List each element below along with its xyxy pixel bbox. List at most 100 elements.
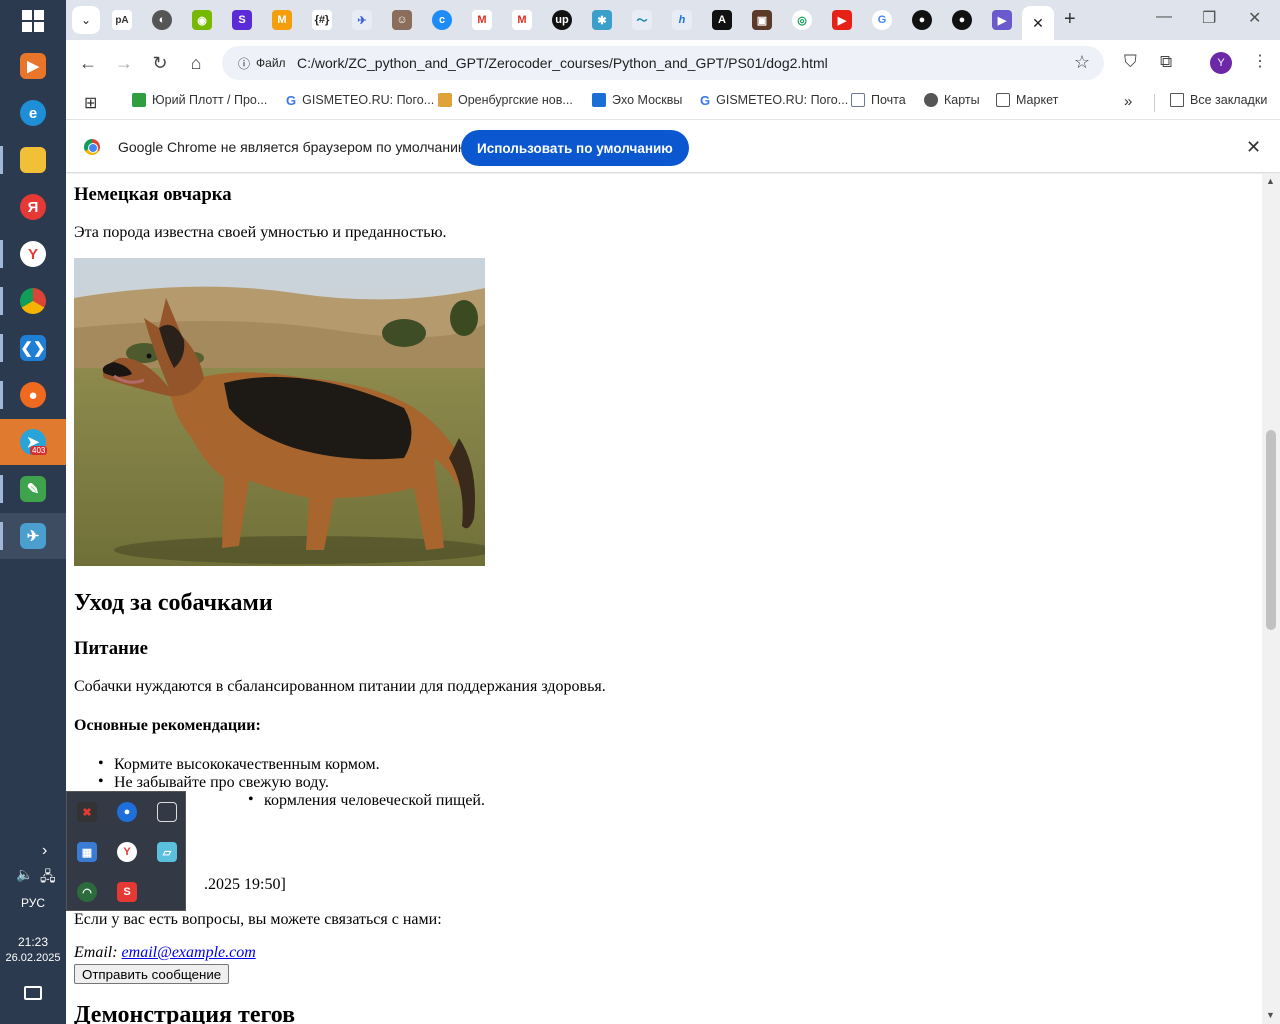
tray-app-note-icon[interactable]: ▱ — [157, 842, 177, 862]
tab-gmail-2-favicon[interactable]: M — [512, 10, 532, 30]
firefox-app-icon[interactable]: ● — [0, 372, 66, 418]
tray-usb-icon[interactable] — [157, 802, 177, 822]
more-bookmarks-chevron-icon[interactable]: » — [1124, 93, 1132, 110]
email-link[interactable]: email@example.com — [122, 944, 256, 961]
heading-recommendations: Основные рекомендации: — [74, 717, 261, 734]
heading-tags-demo: Демонстрация тегов — [74, 1002, 296, 1024]
bookmark-item[interactable]: Почта — [851, 93, 906, 107]
bookmark-item[interactable]: Эхо Москвы — [592, 93, 682, 107]
bookmark-label: Юрий Плотт / Про... — [152, 93, 268, 107]
bookmark-item[interactable]: Юрий Плотт / Про... — [132, 93, 267, 107]
tab-h-favicon[interactable]: h — [672, 10, 692, 30]
tab-google-favicon[interactable]: G — [872, 10, 892, 30]
tab-globe-favicon[interactable]: ◐ — [152, 10, 172, 30]
bookmark-item[interactable]: Карты — [924, 93, 980, 107]
mail-icon — [851, 93, 865, 107]
list-item: Кормите высококачественным кормом. — [98, 755, 380, 774]
tab-circle-favicon[interactable]: ◎ — [792, 10, 812, 30]
scroll-up-arrow-icon[interactable]: ▲ — [1266, 176, 1275, 186]
tab-chart-favicon[interactable]: A — [712, 10, 732, 30]
edge-app-icon[interactable]: e — [0, 90, 66, 136]
site-info-button[interactable]: ⓘ Файл — [230, 51, 294, 75]
new-tab-button[interactable]: + — [1064, 8, 1076, 31]
page-scrollbar[interactable]: ▲ ▼ — [1262, 174, 1280, 1024]
scroll-down-arrow-icon[interactable]: ▼ — [1266, 1010, 1275, 1020]
notification-center-icon[interactable] — [24, 986, 42, 1000]
tab-github-2-favicon[interactable]: ● — [952, 10, 972, 30]
minimize-window-icon[interactable]: — — [1156, 8, 1172, 26]
tab-github-favicon[interactable]: ● — [912, 10, 932, 30]
bookmark-item[interactable]: Маркет — [996, 93, 1058, 107]
date-fragment: .2025 19:50] — [204, 876, 286, 893]
bookmark-star-icon[interactable]: ☆ — [1074, 52, 1090, 73]
yandex-browser-app-icon[interactable]: Y — [0, 231, 66, 277]
chrome-menu-icon[interactable]: ⋮ — [1252, 51, 1268, 71]
tray-app-monitor-icon[interactable]: ▦ — [77, 842, 97, 862]
input-language[interactable]: РУС — [0, 896, 66, 910]
tab-avatar-favicon[interactable]: ☺ — [392, 10, 412, 30]
vscode-app-icon[interactable]: ❮❯ — [0, 325, 66, 371]
bookmark-item[interactable]: Оренбургские нов... — [438, 93, 573, 107]
media-player-app-icon[interactable]: ▶ — [0, 43, 66, 89]
browser-tab-strip: ⌄ рA ◐ ◉ S M {#} ✈ ☺ c M M up ✱ 〜 h A ▣ … — [66, 0, 1280, 40]
tab-nvidia-favicon[interactable]: ◉ — [192, 10, 212, 30]
infobar-close-icon[interactable]: ✕ — [1246, 137, 1261, 158]
url-text[interactable]: C:/work/ZC_python_and_GPT/Zerocoder_cour… — [297, 55, 828, 71]
active-tab-close-icon[interactable]: ✕ — [1022, 6, 1054, 40]
tray-app-s-icon[interactable]: S — [117, 882, 137, 902]
speaker-icon[interactable]: 🔈 — [16, 866, 33, 883]
email-label: Email: — [74, 944, 118, 961]
tray-app-speed-icon[interactable]: ◠ — [77, 882, 97, 902]
tray-yandex-icon[interactable]: Y — [117, 842, 137, 862]
tab-gmail-favicon[interactable]: M — [472, 10, 492, 30]
pycharm-app-icon[interactable]: ✈ — [0, 513, 66, 559]
chrome-app-icon[interactable] — [0, 278, 66, 324]
network-icon[interactable]: 🖧 — [40, 866, 56, 890]
tab-photo-favicon[interactable]: ▣ — [752, 10, 772, 30]
tab-wave-favicon[interactable]: 〜 — [632, 10, 652, 30]
set-default-browser-button[interactable]: Использовать по умолчанию — [461, 130, 689, 166]
close-window-icon[interactable]: ✕ — [1248, 8, 1261, 28]
address-bar[interactable]: ⓘ Файл C:/work/ZC_python_and_GPT/Zerocod… — [222, 46, 1104, 80]
tab-bird-favicon[interactable]: ✈ — [352, 10, 372, 30]
bookmark-item[interactable]: G GISMETEO.RU: Пого... — [700, 93, 848, 108]
forward-arrow-icon[interactable]: → — [111, 50, 137, 76]
yandex-app-icon[interactable]: Я — [0, 184, 66, 230]
all-bookmarks-button[interactable]: Все закладки — [1170, 93, 1267, 107]
tab-play-favicon[interactable]: ▶ — [992, 10, 1012, 30]
tab-translate-favicon[interactable]: рA — [112, 10, 132, 30]
clock-time[interactable]: 21:23 — [0, 935, 66, 949]
tray-expand-chevron-icon[interactable]: › — [42, 842, 47, 860]
profile-avatar[interactable]: Y — [1210, 52, 1232, 74]
windows-start-icon[interactable] — [22, 10, 44, 32]
tab-gear-favicon[interactable]: ✱ — [592, 10, 612, 30]
bookmark-label: Эхо Москвы — [612, 93, 683, 107]
tab-upwork-favicon[interactable]: up — [552, 10, 572, 30]
tray-app-browser-icon[interactable]: ● — [117, 802, 137, 822]
apps-grid-icon[interactable]: ⊞ — [84, 93, 97, 113]
market-icon — [996, 93, 1010, 107]
tab-search-chevron-icon[interactable]: ⌄ — [72, 6, 100, 34]
file-explorer-app-icon[interactable] — [0, 137, 66, 183]
tab-regex-favicon[interactable]: {#} — [312, 10, 332, 30]
tab-youtube-favicon[interactable]: ▶ — [832, 10, 852, 30]
back-arrow-icon[interactable]: ← — [75, 50, 101, 76]
reload-icon[interactable]: ↻ — [147, 50, 173, 76]
home-icon[interactable]: ⌂ — [183, 50, 209, 76]
shield-extension-icon[interactable]: ⛉ — [1124, 52, 1137, 72]
tab-c-favicon[interactable]: c — [432, 10, 452, 30]
tray-app-butterfly-icon[interactable]: ✖ — [77, 802, 97, 822]
telegram-app-icon[interactable]: ➤ 403 — [0, 419, 66, 465]
clock-date[interactable]: 26.02.2025 — [0, 952, 66, 964]
extensions-puzzle-icon[interactable]: ⧉ — [1160, 52, 1172, 72]
windows-taskbar: ▶ e Я Y ❮❯ ● ➤ 403 ✎ ✈ › 🔈 🖧 РУС 21:23 2… — [0, 0, 66, 1024]
tab-s-favicon[interactable]: S — [232, 10, 252, 30]
folder-icon — [1170, 93, 1184, 107]
german-shepherd-image — [74, 258, 485, 566]
restore-window-icon[interactable]: ❐ — [1202, 8, 1216, 28]
bookmark-item[interactable]: G GISMETEO.RU: Пого... — [286, 93, 434, 108]
notepad-app-icon[interactable]: ✎ — [0, 466, 66, 512]
tab-m-favicon[interactable]: M — [272, 10, 292, 30]
scrollbar-thumb[interactable] — [1266, 430, 1276, 630]
send-message-button[interactable]: Отправить сообщение — [74, 964, 230, 984]
